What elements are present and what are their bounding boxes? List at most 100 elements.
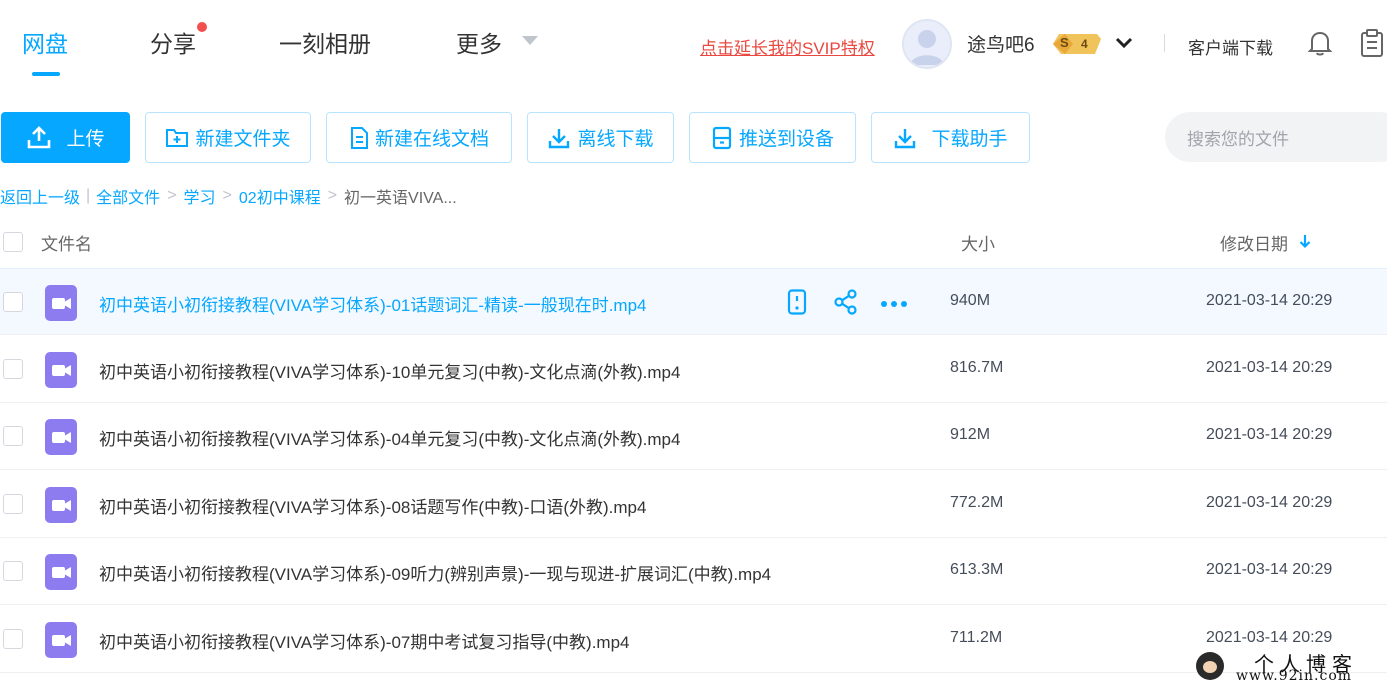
file-date: 2021-03-14 20:29 — [1206, 292, 1333, 309]
row-checkbox[interactable] — [3, 426, 23, 446]
sort-down-icon[interactable] — [1298, 233, 1312, 254]
file-size: 940M — [950, 292, 991, 309]
upload-icon — [28, 125, 51, 148]
svip-badge-level: 4 — [1081, 37, 1088, 51]
file-name[interactable]: 初中英语小初衔接教程(VIVA学习体系)-08话题写作(中教)-口语(外教).m… — [99, 493, 646, 518]
file-date: 2021-03-14 20:29 — [1206, 629, 1333, 646]
phone-icon[interactable] — [786, 289, 808, 320]
device-icon — [712, 126, 732, 149]
watermark: 个人博客 www.92in.com — [1196, 648, 1387, 688]
new-folder-label: 新建文件夹 — [195, 129, 291, 150]
file-row[interactable]: 初中英语小初衔接教程(VIVA学习体系)-01话题词汇-精读-一般现在时.mp4… — [0, 268, 1387, 335]
file-row[interactable]: 初中英语小初衔接教程(VIVA学习体系)-04单元复习(中教)-文化点滴(外教)… — [0, 403, 1387, 470]
column-header-name[interactable]: 文件名 — [41, 230, 92, 255]
file-date: 2021-03-14 20:29 — [1206, 561, 1333, 578]
tab-share[interactable]: 分享 — [150, 22, 207, 60]
tab-netdisk-label: 网盘 — [22, 31, 68, 57]
row-checkbox[interactable] — [3, 494, 23, 514]
video-file-icon — [45, 285, 77, 326]
file-row[interactable]: 初中英语小初衔接教程(VIVA学习体系)-10单元复习(中教)-文化点滴(外教)… — [0, 336, 1387, 403]
select-all-checkbox[interactable] — [3, 232, 23, 252]
file-size: 613.3M — [950, 561, 1004, 578]
video-file-icon — [45, 352, 77, 393]
tab-album[interactable]: 一刻相册 — [279, 28, 371, 60]
row-checkbox[interactable] — [3, 629, 23, 649]
watermark-logo — [1196, 652, 1224, 680]
active-tab-indicator — [32, 72, 60, 76]
row-checkbox[interactable] — [3, 359, 23, 379]
row-checkbox[interactable] — [3, 292, 23, 312]
breadcrumb-back-link[interactable]: 返回上一级 — [0, 184, 80, 208]
more-icon[interactable] — [880, 296, 908, 314]
search-placeholder: 搜索您的文件 — [1187, 129, 1289, 149]
file-date: 2021-03-14 20:29 — [1206, 494, 1333, 511]
doc-icon — [350, 126, 368, 149]
file-name[interactable]: 初中英语小初衔接教程(VIVA学习体系)-04单元复习(中教)-文化点滴(外教)… — [99, 425, 680, 450]
push-device-button[interactable]: 推送到设备 — [689, 112, 856, 163]
new-folder-icon — [166, 128, 189, 147]
file-row[interactable]: 初中英语小初衔接教程(VIVA学习体系)-08话题写作(中教)-口语(外教).m… — [0, 471, 1387, 538]
file-size: 912M — [950, 426, 991, 443]
download-helper-icon — [895, 128, 916, 148]
file-size: 711.2M — [950, 629, 1003, 646]
breadcrumb-current: 初一英语VIVA... — [344, 190, 457, 207]
breadcrumb-item-all-files[interactable]: 全部文件 — [96, 184, 160, 208]
tab-share-label: 分享 — [150, 31, 196, 57]
tab-netdisk[interactable]: 网盘 — [22, 28, 68, 76]
download-icon — [549, 128, 570, 148]
svip-renew-link[interactable]: 点击延长我的SVIP特权 — [700, 34, 875, 59]
offline-download-button[interactable]: 离线下载 — [527, 112, 674, 163]
avatar-person-icon — [910, 30, 944, 65]
svip-badge-letter: S — [1060, 35, 1069, 50]
breadcrumb-separator-icon: > — [167, 187, 177, 204]
push-device-label: 推送到设备 — [738, 129, 834, 150]
client-download-link[interactable]: 客户端下载 — [1188, 34, 1273, 59]
column-header-size[interactable]: 大小 — [961, 230, 995, 255]
chevron-down-icon[interactable] — [1114, 33, 1134, 58]
top-header: 网盘 分享 一刻相册 更多 点击延长我的SVIP特权 途鸟吧6 S 4 客户端下… — [0, 0, 1387, 90]
avatar[interactable] — [902, 19, 952, 69]
video-file-icon — [45, 622, 77, 663]
clipboard-icon[interactable] — [1359, 28, 1385, 63]
file-name[interactable]: 初中英语小初衔接教程(VIVA学习体系)-07期中考试复习指导(中教).mp4 — [99, 628, 630, 653]
tab-more-label: 更多 — [456, 31, 502, 57]
share-icon[interactable] — [833, 289, 859, 320]
file-name[interactable]: 初中英语小初衔接教程(VIVA学习体系)-10单元复习(中教)-文化点滴(外教)… — [99, 358, 680, 383]
offline-download-label: 离线下载 — [577, 129, 654, 150]
breadcrumb-divider: | — [86, 187, 91, 204]
video-file-icon — [45, 554, 77, 595]
breadcrumb: 返回上一级 | 全部文件 > 学习 > 02初中课程 > 初一英语VIVA... — [0, 184, 457, 208]
file-name[interactable]: 初中英语小初衔接教程(VIVA学习体系)-09听力(辨别声景)-一现与现进-扩展… — [99, 560, 771, 585]
row-checkbox[interactable] — [3, 561, 23, 581]
breadcrumb-separator-icon: > — [222, 187, 232, 204]
username[interactable]: 途鸟吧6 — [967, 30, 1035, 57]
breadcrumb-separator-icon: > — [327, 187, 338, 204]
svip-diamond-icon — [1053, 34, 1101, 54]
download-helper-button[interactable]: 下载助手 — [871, 112, 1030, 163]
new-folder-button[interactable]: 新建文件夹 — [145, 112, 311, 163]
new-doc-label: 新建在线文档 — [374, 129, 489, 150]
file-row[interactable]: 初中英语小初衔接教程(VIVA学习体系)-09听力(辨别声景)-一现与现进-扩展… — [0, 538, 1387, 605]
bell-icon[interactable] — [1306, 29, 1334, 62]
column-header-date[interactable]: 修改日期 — [1220, 230, 1288, 255]
file-name[interactable]: 初中英语小初衔接教程(VIVA学习体系)-01话题词汇-精读-一般现在时.mp4 — [99, 291, 647, 316]
video-file-icon — [45, 419, 77, 460]
file-row[interactable]: 初中英语小初衔接教程(VIVA学习体系)-07期中考试复习指导(中教).mp4 … — [0, 606, 1387, 673]
breadcrumb-item-study[interactable]: 学习 — [184, 184, 216, 208]
video-file-icon — [45, 487, 77, 528]
search-input[interactable]: 搜索您的文件 — [1165, 112, 1387, 162]
svip-level-badge: S 4 — [1049, 32, 1101, 56]
new-doc-button[interactable]: 新建在线文档 — [326, 112, 512, 163]
file-size: 772.2M — [950, 494, 1004, 511]
more-dropdown-icon[interactable] — [522, 36, 538, 45]
file-size: 816.7M — [950, 359, 1004, 376]
upload-button[interactable]: 上传 — [1, 112, 130, 163]
file-date: 2021-03-14 20:29 — [1206, 426, 1333, 443]
tab-album-label: 一刻相册 — [279, 31, 371, 57]
file-date: 2021-03-14 20:29 — [1206, 359, 1333, 376]
notification-dot — [197, 22, 207, 32]
tab-more[interactable]: 更多 — [456, 28, 502, 60]
header-divider — [1164, 34, 1165, 52]
upload-label: 上传 — [66, 129, 105, 150]
breadcrumb-item-junior-courses[interactable]: 02初中课程 — [239, 184, 321, 208]
